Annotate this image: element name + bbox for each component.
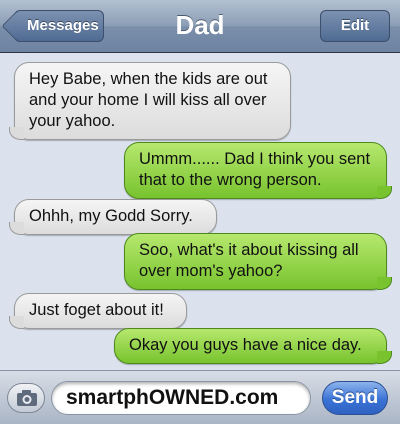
camera-button[interactable] — [7, 383, 45, 413]
message-text: Hey Babe, when the kids are out and your… — [29, 70, 268, 130]
message-text: Soo, what's it about kissing all over mo… — [139, 241, 359, 280]
sent-message: Okay you guys have a nice day. — [114, 328, 392, 364]
received-message: Hey Babe, when the kids are out and your… — [9, 62, 291, 140]
sent-message: Soo, what's it about kissing all over mo… — [124, 233, 392, 290]
message-input[interactable]: smartphOWNED.com — [51, 381, 311, 415]
camera-icon — [17, 390, 37, 406]
message-text: Just foget about it! — [29, 301, 164, 319]
message-text: Ummm...... Dad I think you sent that to … — [139, 150, 371, 189]
nav-bar: Messages Dad Edit — [0, 0, 400, 53]
edit-button[interactable]: Edit — [320, 10, 390, 42]
received-message: Ohhh, my Godd Sorry. — [9, 199, 217, 235]
message-text: Okay you guys have a nice day. — [129, 336, 362, 354]
send-button[interactable]: Send — [322, 381, 388, 415]
received-message: Just foget about it! — [9, 293, 187, 329]
message-text: Ohhh, my Godd Sorry. — [29, 207, 193, 225]
composer-bar: smartphOWNED.com Send — [0, 370, 400, 424]
sent-message: Ummm...... Dad I think you sent that to … — [124, 142, 392, 199]
